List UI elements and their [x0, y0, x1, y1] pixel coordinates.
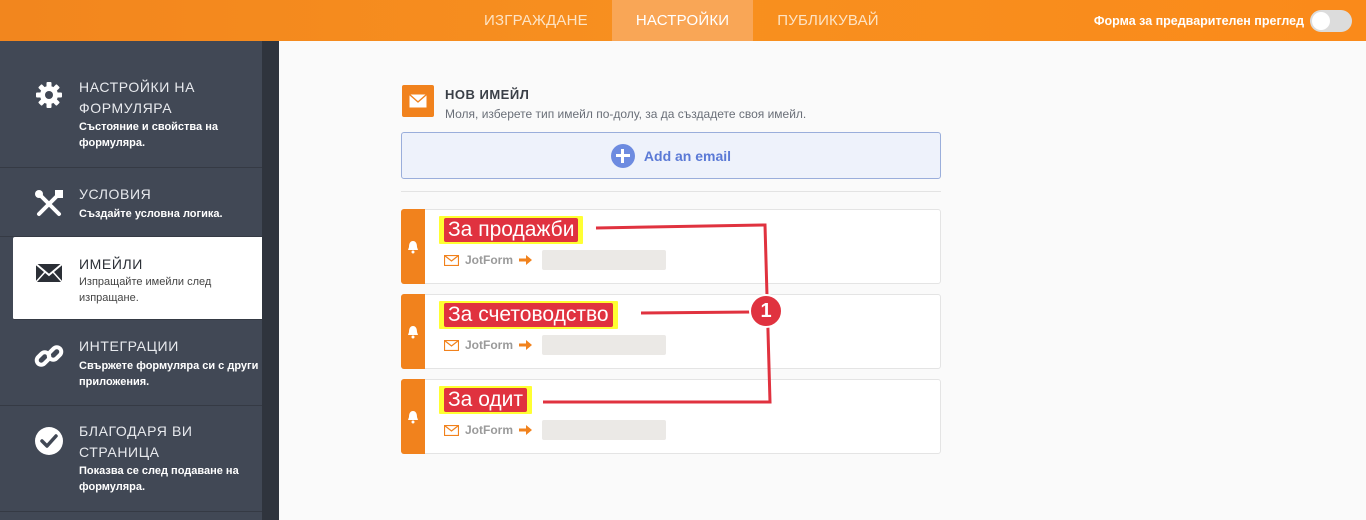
sidebar-item-title: ИНТЕГРАЦИИ [79, 338, 179, 354]
recipient-redacted [542, 420, 666, 440]
sidebar-item-title: БЛАГОДАРЯ ВИ СТРАНИЦА [79, 423, 193, 460]
bell-icon [408, 326, 418, 339]
envelope-icon [444, 254, 459, 266]
arrow-right-icon [519, 340, 532, 350]
link-icon [34, 345, 64, 367]
card-accent-bar [401, 209, 425, 284]
sidebar-item-integrations[interactable]: ИНТЕГРАЦИИ Свържете формуляра си с други… [0, 320, 262, 406]
envelope-icon [409, 94, 427, 108]
preview-control: Форма за предварителен преглед [1094, 0, 1352, 41]
tab-settings[interactable]: НАСТРОЙКИ [611, 0, 754, 41]
check-circle-icon [35, 427, 63, 455]
bell-icon [408, 411, 418, 424]
email-name: За счетоводство [444, 303, 613, 327]
envelope-icon [444, 339, 459, 351]
preview-toggle[interactable] [1310, 9, 1352, 32]
sidebar-item-form-settings[interactable]: НАСТРОЙКИ НА ФОРМУЛЯРА Състояние и свойс… [0, 41, 262, 168]
email-card-accounting[interactable]: За счетоводство JotForm [401, 294, 941, 369]
new-email-title: НОВ ИМЕЙЛ [445, 87, 530, 102]
annotation-badge: 1 [749, 294, 783, 328]
sidebar-item-desc: Свържете формуляра си с други приложения… [79, 360, 259, 388]
gear-icon [36, 82, 62, 108]
tools-icon [35, 190, 63, 216]
sidebar-item-title: ИМЕЙЛИ [79, 256, 143, 272]
arrow-right-icon [519, 255, 532, 265]
email-name-highlight: За продажби [439, 216, 584, 244]
email-meta: JotForm [444, 335, 666, 355]
sidebar-item-desc: Показва се след подаване на формуляра. [79, 465, 239, 493]
sidebar-item-title: НАСТРОЙКИ НА ФОРМУЛЯРА [79, 79, 196, 116]
top-bar: ИЗГРАЖДАНЕ НАСТРОЙКИ ПУБЛИКУВАЙ Форма за… [0, 0, 1366, 41]
email-from: JotForm [465, 338, 513, 352]
recipient-redacted [542, 335, 666, 355]
arrow-right-icon [519, 425, 532, 435]
sidebar-item-desc: Създайте условна логика. [79, 208, 223, 220]
new-email-subtitle: Моля, изберете тип имейл по-долу, за да … [445, 107, 807, 121]
sidebar-item-conditions[interactable]: УСЛОВИЯ Създайте условна логика. [0, 168, 262, 237]
envelope-icon [444, 424, 459, 436]
email-meta: JotForm [444, 420, 666, 440]
sidebar-item-emails[interactable]: ИМЕЙЛИ Изпращайте имейли след изпращане. [13, 237, 262, 320]
sidebar-item-title: УСЛОВИЯ [79, 186, 152, 202]
envelope-icon [35, 263, 63, 283]
email-from: JotForm [465, 253, 513, 267]
add-email-button[interactable]: Add an email [401, 132, 941, 179]
card-accent-bar [401, 294, 425, 369]
card-accent-bar [401, 379, 425, 454]
email-card-audit[interactable]: За одит JotForm [401, 379, 941, 454]
bell-icon [408, 241, 418, 254]
plus-circle-icon [610, 143, 635, 168]
email-name-highlight: За счетоводство [439, 301, 618, 329]
recipient-redacted [542, 250, 666, 270]
top-tabs: ИЗГРАЖДАНЕ НАСТРОЙКИ ПУБЛИКУВАЙ [460, 0, 903, 41]
sidebar-item-desc: Състояние и свойства на формуляра. [79, 121, 218, 149]
add-email-label: Add an email [643, 147, 732, 164]
preview-label: Форма за предварителен преглед [1093, 13, 1304, 28]
toggle-knob [1312, 11, 1330, 30]
email-from: JotForm [465, 423, 513, 437]
email-name-highlight: За одит [439, 386, 533, 414]
sidebar-scrollbar[interactable] [262, 41, 279, 520]
divider [401, 191, 941, 192]
sidebar: НАСТРОЙКИ НА ФОРМУЛЯРА Състояние и свойс… [0, 41, 262, 520]
email-meta: JotForm [444, 250, 666, 270]
new-email-icon [402, 85, 434, 117]
tab-publish[interactable]: ПУБЛИКУВАЙ [753, 0, 903, 41]
email-name: За продажби [444, 218, 579, 242]
sidebar-item-desc: Изпращайте имейли след изпращане. [79, 276, 212, 304]
sidebar-item-thank-you-page[interactable]: БЛАГОДАРЯ ВИ СТРАНИЦА Показва се след по… [0, 406, 262, 512]
email-card-sales[interactable]: За продажби JotForm [401, 209, 941, 284]
email-name: За одит [444, 388, 528, 412]
tab-build[interactable]: ИЗГРАЖДАНЕ [460, 0, 612, 41]
